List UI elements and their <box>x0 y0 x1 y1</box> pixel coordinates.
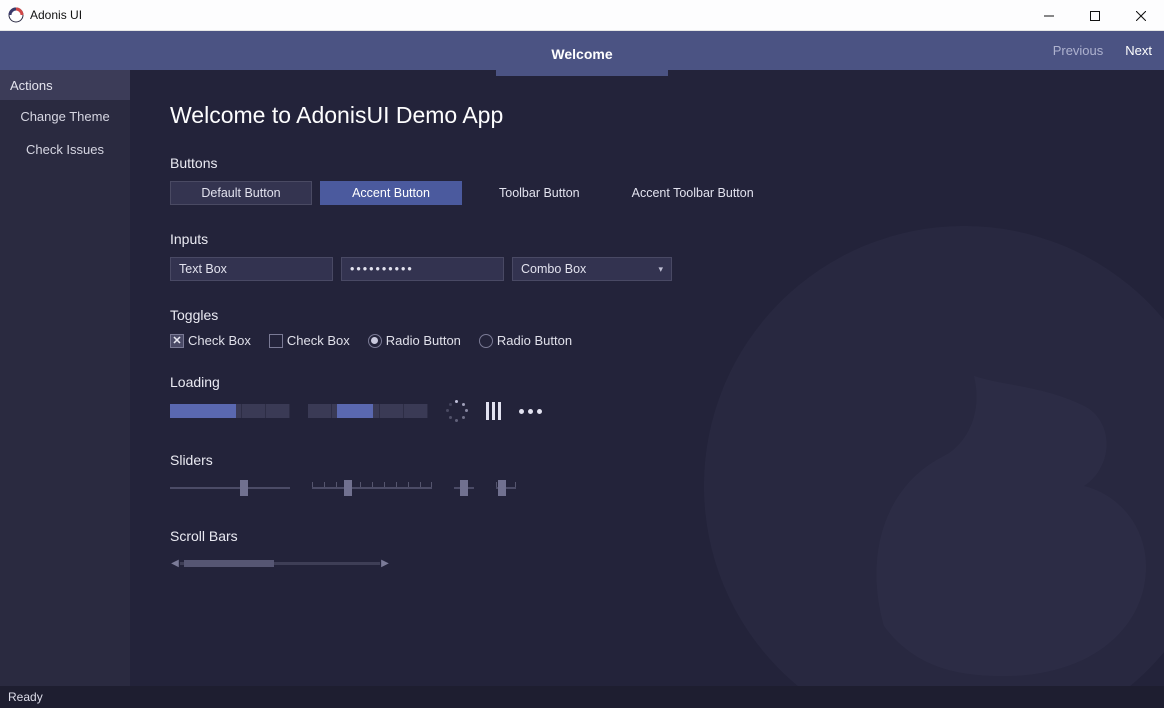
checkbox-1-label: Check Box <box>188 333 251 348</box>
statusbar: Ready <box>0 686 1164 708</box>
radio-icon <box>479 334 493 348</box>
radio-2[interactable]: Radio Button <box>479 333 572 348</box>
radio-icon <box>368 334 382 348</box>
section-toggles-label: Toggles <box>170 307 1124 323</box>
combo-value: Combo Box <box>521 262 586 276</box>
maximize-button[interactable] <box>1072 0 1118 31</box>
accent-toolbar-button[interactable]: Accent Toolbar Button <box>625 181 761 205</box>
progress-bar-1 <box>170 404 290 418</box>
window-title: Adonis UI <box>30 8 82 22</box>
checkbox-icon <box>269 334 283 348</box>
nav-tab-label: Welcome <box>551 46 612 62</box>
password-input[interactable]: •••••••••• <box>341 257 504 281</box>
app-icon <box>8 7 24 23</box>
checkbox-icon: ✕ <box>170 334 184 348</box>
slider-3[interactable] <box>454 478 474 498</box>
nav-next[interactable]: Next <box>1125 43 1152 58</box>
password-value: •••••••••• <box>350 262 414 276</box>
scroll-thumb[interactable] <box>184 560 274 567</box>
minimize-button[interactable] <box>1026 0 1072 31</box>
close-button[interactable] <box>1118 0 1164 31</box>
nav-previous[interactable]: Previous <box>1053 43 1104 58</box>
accent-button[interactable]: Accent Button <box>320 181 462 205</box>
section-scrollbars-label: Scroll Bars <box>170 528 1124 544</box>
radio-2-label: Radio Button <box>497 333 572 348</box>
checkbox-1[interactable]: ✕ Check Box <box>170 333 251 348</box>
checkbox-2-label: Check Box <box>287 333 350 348</box>
toolbar-button[interactable]: Toolbar Button <box>492 181 587 205</box>
spinner-bars-icon <box>486 402 501 420</box>
text-box-value: Text Box <box>179 262 227 276</box>
scroll-right-icon[interactable]: ▶ <box>380 558 390 569</box>
section-loading-label: Loading <box>170 374 1124 390</box>
slider-4[interactable] <box>496 478 516 498</box>
body: Actions Change Theme Check Issues Welcom… <box>0 70 1164 686</box>
progress-bar-2 <box>308 404 428 418</box>
page-title: Welcome to AdonisUI Demo App <box>170 102 1124 129</box>
nav-tab-welcome[interactable]: Welcome <box>496 31 668 76</box>
main: Welcome to AdonisUI Demo App Buttons Def… <box>130 70 1164 686</box>
sidebar-header: Actions <box>0 70 130 100</box>
navbar: Welcome Previous Next <box>0 31 1164 70</box>
titlebar: Adonis UI <box>0 0 1164 31</box>
spinner-circle-icon <box>446 400 468 422</box>
scroll-left-icon[interactable]: ◀ <box>170 558 180 569</box>
spinner-dots-icon <box>519 409 542 414</box>
sidebar: Actions Change Theme Check Issues <box>0 70 130 686</box>
radio-1-label: Radio Button <box>386 333 461 348</box>
default-button[interactable]: Default Button <box>170 181 312 205</box>
status-text: Ready <box>8 690 43 704</box>
radio-1[interactable]: Radio Button <box>368 333 461 348</box>
window-controls <box>1026 0 1164 31</box>
slider-1[interactable] <box>170 478 290 498</box>
section-sliders-label: Sliders <box>170 452 1124 468</box>
section-buttons-label: Buttons <box>170 155 1124 171</box>
horizontal-scrollbar[interactable]: ◀ ▶ <box>170 554 390 572</box>
scroll-track[interactable] <box>180 562 380 565</box>
sidebar-item-check-issues[interactable]: Check Issues <box>0 133 130 166</box>
sidebar-item-change-theme[interactable]: Change Theme <box>0 100 130 133</box>
section-inputs-label: Inputs <box>170 231 1124 247</box>
chevron-down-icon: ▾ <box>658 264 663 275</box>
checkbox-2[interactable]: Check Box <box>269 333 350 348</box>
slider-2[interactable] <box>312 478 432 498</box>
combo-box[interactable]: Combo Box ▾ <box>512 257 672 281</box>
text-box-input[interactable]: Text Box <box>170 257 333 281</box>
